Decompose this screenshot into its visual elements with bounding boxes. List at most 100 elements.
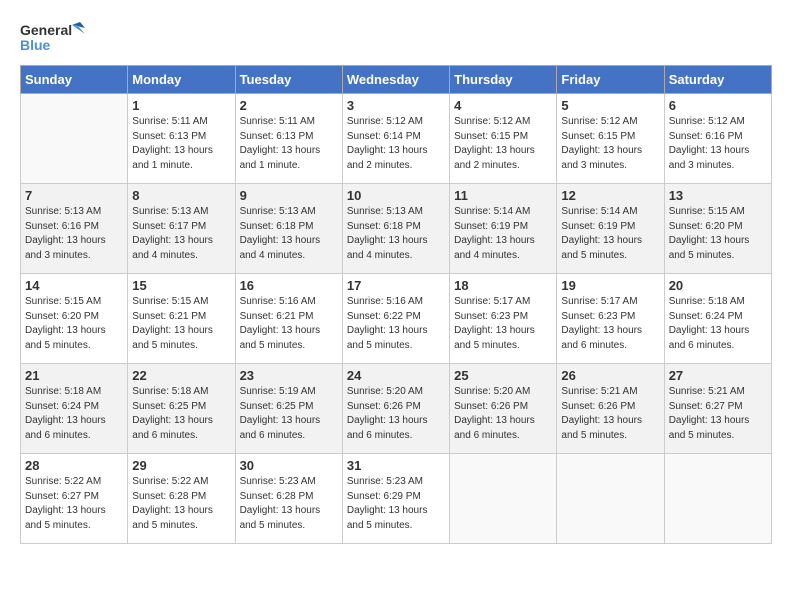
calendar-cell: 28Sunrise: 5:22 AM Sunset: 6:27 PM Dayli…: [21, 454, 128, 544]
day-number: 21: [25, 368, 123, 383]
day-info: Sunrise: 5:20 AM Sunset: 6:26 PM Dayligh…: [454, 385, 552, 443]
day-headers: SundayMondayTuesdayWednesdayThursdayFrid…: [21, 66, 772, 94]
calendar-cell: 17Sunrise: 5:16 AM Sunset: 6:22 PM Dayli…: [342, 274, 449, 364]
svg-text:Blue: Blue: [20, 37, 51, 53]
day-number: 13: [669, 188, 767, 203]
day-number: 10: [347, 188, 445, 203]
calendar-cell: [664, 454, 771, 544]
day-info: Sunrise: 5:16 AM Sunset: 6:22 PM Dayligh…: [347, 295, 445, 353]
calendar-cell: 9 Sunrise: 5:13 AM Sunset: 6:18 PM Daylig…: [235, 184, 342, 274]
day-number: 2: [240, 98, 338, 113]
calendar-cell: 4 Sunrise: 5:12 AM Sunset: 6:15 PM Daylig…: [450, 94, 557, 184]
day-info: Sunrise: 5:12 AM Sunset: 6:14 PM Dayligh…: [347, 115, 445, 173]
day-header-friday: Friday: [557, 66, 664, 94]
day-number: 29: [132, 458, 230, 473]
day-number: 4: [454, 98, 552, 113]
day-info: Sunrise: 5:14 AM Sunset: 6:19 PM Dayligh…: [454, 205, 552, 263]
calendar-cell: 7 Sunrise: 5:13 AM Sunset: 6:16 PM Daylig…: [21, 184, 128, 274]
day-info: Sunrise: 5:11 AM Sunset: 6:13 PM Dayligh…: [240, 115, 338, 173]
day-info: Sunrise: 5:21 AM Sunset: 6:26 PM Dayligh…: [561, 385, 659, 443]
day-info: Sunrise: 5:18 AM Sunset: 6:25 PM Dayligh…: [132, 385, 230, 443]
day-info: Sunrise: 5:23 AM Sunset: 6:28 PM Dayligh…: [240, 475, 338, 533]
day-number: 9: [240, 188, 338, 203]
day-header-sunday: Sunday: [21, 66, 128, 94]
calendar-cell: 27Sunrise: 5:21 AM Sunset: 6:27 PM Dayli…: [664, 364, 771, 454]
calendar-cell: 23 Sunrise: 5:19 AM Sunset: 6:25 PM Dayli…: [235, 364, 342, 454]
week-row-3: 14 Sunrise: 5:15 AM Sunset: 6:20 PM Dayli…: [21, 274, 772, 364]
day-info: Sunrise: 5:19 AM Sunset: 6:25 PM Dayligh…: [240, 385, 338, 443]
calendar-cell: 13 Sunrise: 5:15 AM Sunset: 6:20 PM Dayli…: [664, 184, 771, 274]
day-info: Sunrise: 5:13 AM Sunset: 6:16 PM Dayligh…: [25, 205, 123, 263]
day-number: 20: [669, 278, 767, 293]
svg-text:General: General: [20, 22, 72, 38]
calendar-cell: [557, 454, 664, 544]
day-info: Sunrise: 5:11 AM Sunset: 6:13 PM Dayligh…: [132, 115, 230, 173]
day-number: 28: [25, 458, 123, 473]
day-number: 6: [669, 98, 767, 113]
day-number: 11: [454, 188, 552, 203]
calendar-cell: 11 Sunrise: 5:14 AM Sunset: 6:19 PM Dayli…: [450, 184, 557, 274]
calendar-cell: 30 Sunrise: 5:23 AM Sunset: 6:28 PM Dayli…: [235, 454, 342, 544]
day-header-saturday: Saturday: [664, 66, 771, 94]
day-number: 18: [454, 278, 552, 293]
day-number: 19: [561, 278, 659, 293]
day-number: 14: [25, 278, 123, 293]
calendar-cell: 6 Sunrise: 5:12 AM Sunset: 6:16 PM Daylig…: [664, 94, 771, 184]
calendar-cell: 12Sunrise: 5:14 AM Sunset: 6:19 PM Dayli…: [557, 184, 664, 274]
logo-svg: GeneralBlue: [20, 20, 90, 55]
calendar-cell: [21, 94, 128, 184]
day-number: 22: [132, 368, 230, 383]
calendar-cell: 3Sunrise: 5:12 AM Sunset: 6:14 PM Daylig…: [342, 94, 449, 184]
calendar-cell: 8Sunrise: 5:13 AM Sunset: 6:17 PM Daylig…: [128, 184, 235, 274]
day-number: 27: [669, 368, 767, 383]
page-header: GeneralBlue: [20, 20, 772, 55]
day-number: 7: [25, 188, 123, 203]
week-row-4: 21 Sunrise: 5:18 AM Sunset: 6:24 PM Dayli…: [21, 364, 772, 454]
week-row-5: 28Sunrise: 5:22 AM Sunset: 6:27 PM Dayli…: [21, 454, 772, 544]
day-info: Sunrise: 5:17 AM Sunset: 6:23 PM Dayligh…: [454, 295, 552, 353]
week-row-2: 7 Sunrise: 5:13 AM Sunset: 6:16 PM Daylig…: [21, 184, 772, 274]
day-info: Sunrise: 5:12 AM Sunset: 6:16 PM Dayligh…: [669, 115, 767, 173]
calendar-cell: 29Sunrise: 5:22 AM Sunset: 6:28 PM Dayli…: [128, 454, 235, 544]
day-info: Sunrise: 5:12 AM Sunset: 6:15 PM Dayligh…: [454, 115, 552, 173]
calendar-cell: 31 Sunrise: 5:23 AM Sunset: 6:29 PM Dayli…: [342, 454, 449, 544]
calendar-cell: 10Sunrise: 5:13 AM Sunset: 6:18 PM Dayli…: [342, 184, 449, 274]
day-info: Sunrise: 5:14 AM Sunset: 6:19 PM Dayligh…: [561, 205, 659, 263]
day-info: Sunrise: 5:18 AM Sunset: 6:24 PM Dayligh…: [25, 385, 123, 443]
day-number: 23: [240, 368, 338, 383]
calendar-cell: 24 Sunrise: 5:20 AM Sunset: 6:26 PM Dayli…: [342, 364, 449, 454]
calendar-table: SundayMondayTuesdayWednesdayThursdayFrid…: [20, 65, 772, 544]
day-info: Sunrise: 5:13 AM Sunset: 6:18 PM Dayligh…: [240, 205, 338, 263]
calendar-cell: 14 Sunrise: 5:15 AM Sunset: 6:20 PM Dayli…: [21, 274, 128, 364]
calendar-cell: 22 Sunrise: 5:18 AM Sunset: 6:25 PM Dayli…: [128, 364, 235, 454]
day-number: 5: [561, 98, 659, 113]
day-number: 31: [347, 458, 445, 473]
day-header-tuesday: Tuesday: [235, 66, 342, 94]
day-info: Sunrise: 5:13 AM Sunset: 6:17 PM Dayligh…: [132, 205, 230, 263]
day-number: 30: [240, 458, 338, 473]
calendar-cell: 15 Sunrise: 5:15 AM Sunset: 6:21 PM Dayli…: [128, 274, 235, 364]
day-number: 26: [561, 368, 659, 383]
day-info: Sunrise: 5:18 AM Sunset: 6:24 PM Dayligh…: [669, 295, 767, 353]
calendar-cell: 5 Sunrise: 5:12 AM Sunset: 6:15 PM Daylig…: [557, 94, 664, 184]
day-info: Sunrise: 5:17 AM Sunset: 6:23 PM Dayligh…: [561, 295, 659, 353]
day-info: Sunrise: 5:15 AM Sunset: 6:20 PM Dayligh…: [25, 295, 123, 353]
day-info: Sunrise: 5:15 AM Sunset: 6:21 PM Dayligh…: [132, 295, 230, 353]
day-number: 15: [132, 278, 230, 293]
day-header-wednesday: Wednesday: [342, 66, 449, 94]
calendar-cell: 2 Sunrise: 5:11 AM Sunset: 6:13 PM Daylig…: [235, 94, 342, 184]
day-info: Sunrise: 5:16 AM Sunset: 6:21 PM Dayligh…: [240, 295, 338, 353]
calendar-cell: 20 Sunrise: 5:18 AM Sunset: 6:24 PM Dayli…: [664, 274, 771, 364]
day-info: Sunrise: 5:23 AM Sunset: 6:29 PM Dayligh…: [347, 475, 445, 533]
logo: GeneralBlue: [20, 20, 90, 55]
week-row-1: 1 Sunrise: 5:11 AM Sunset: 6:13 PM Daylig…: [21, 94, 772, 184]
day-info: Sunrise: 5:20 AM Sunset: 6:26 PM Dayligh…: [347, 385, 445, 443]
day-info: Sunrise: 5:15 AM Sunset: 6:20 PM Dayligh…: [669, 205, 767, 263]
calendar-cell: 19 Sunrise: 5:17 AM Sunset: 6:23 PM Dayli…: [557, 274, 664, 364]
calendar-cell: 16Sunrise: 5:16 AM Sunset: 6:21 PM Dayli…: [235, 274, 342, 364]
day-number: 25: [454, 368, 552, 383]
day-number: 24: [347, 368, 445, 383]
day-number: 1: [132, 98, 230, 113]
day-info: Sunrise: 5:12 AM Sunset: 6:15 PM Dayligh…: [561, 115, 659, 173]
calendar-cell: 18 Sunrise: 5:17 AM Sunset: 6:23 PM Dayli…: [450, 274, 557, 364]
